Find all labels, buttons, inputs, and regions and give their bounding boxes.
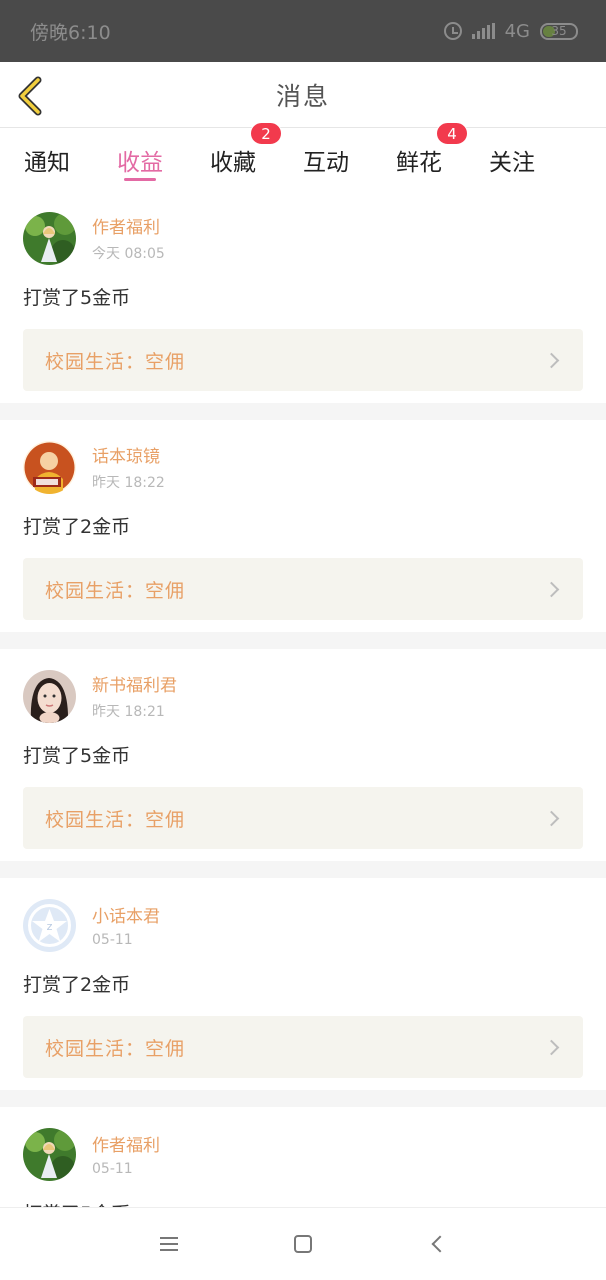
tab-0[interactable]: 通知 xyxy=(24,129,70,191)
timestamp: 05-11 xyxy=(92,932,133,948)
author-name[interactable]: 新书福利君 xyxy=(92,671,177,696)
reward-card: z 小话本君 05-11 打赏了2金币校园生活：空佣 xyxy=(0,878,606,1090)
chevron-right-icon xyxy=(543,352,560,368)
card-divider xyxy=(0,1090,606,1107)
card-divider xyxy=(0,632,606,649)
nav-menu-button[interactable] xyxy=(152,1227,186,1261)
tab-label: 关注 xyxy=(489,150,535,176)
book-link[interactable]: 校园生活：空佣 xyxy=(23,1016,583,1078)
timestamp: 昨天 18:21 xyxy=(92,704,165,720)
card-header: 作者福利 05-11 xyxy=(23,1127,583,1181)
battery-level: 35 xyxy=(551,24,567,38)
tab-4[interactable]: 鲜花 4 xyxy=(396,122,468,191)
tab-badge: 4 xyxy=(436,122,468,145)
card-header: 新书福利君昨天 18:21 xyxy=(23,669,583,723)
alarm-icon xyxy=(443,22,462,40)
system-nav-bar xyxy=(0,1207,606,1280)
chevron-right-icon xyxy=(543,1039,560,1055)
back-icon xyxy=(431,1235,449,1253)
card-meta: 话本琼镜昨天 18:22 xyxy=(92,442,165,492)
chevron-left-icon xyxy=(18,76,42,116)
reward-card: 话本琼镜昨天 18:22 打赏了2金币校园生活：空佣 xyxy=(0,420,606,632)
card-header: z 小话本君 05-11 xyxy=(23,898,583,952)
card-divider xyxy=(0,403,606,420)
author-name[interactable]: 作者福利 xyxy=(92,213,165,238)
reward-text: 打赏了5金币 xyxy=(23,287,131,309)
home-icon xyxy=(294,1235,312,1253)
reward-text: 打赏了2金币 xyxy=(23,516,131,538)
avatar[interactable] xyxy=(23,669,76,723)
reward-card: 作者福利今天 08:05 打赏了5金币校园生活：空佣 xyxy=(0,191,606,403)
nav-back-button[interactable] xyxy=(420,1227,454,1261)
tab-label: 互动 xyxy=(303,150,349,176)
card-meta: 新书福利君昨天 18:21 xyxy=(92,671,177,721)
timestamp: 05-11 xyxy=(92,1161,133,1177)
book-title: 校园生活：空佣 xyxy=(45,808,186,831)
tab-label: 收益 xyxy=(117,150,163,176)
card-meta: 小话本君 05-11 xyxy=(92,902,160,948)
book-link[interactable]: 校园生活：空佣 xyxy=(23,558,583,620)
avatar[interactable]: z xyxy=(23,898,76,952)
avatar[interactable] xyxy=(23,440,76,494)
timestamp: 昨天 18:22 xyxy=(92,475,165,491)
author-name[interactable]: 话本琼镜 xyxy=(92,442,165,467)
book-title: 校园生活：空佣 xyxy=(45,579,186,602)
tab-label: 通知 xyxy=(24,150,70,176)
tab-3[interactable]: 互动 xyxy=(303,129,349,191)
tab-bar: 通知 收益 收藏 2 互动 鲜花 4 关注 xyxy=(0,122,606,191)
tab-badge: 2 xyxy=(250,122,282,145)
status-time: 傍晚6:10 xyxy=(30,21,111,44)
tab-5[interactable]: 关注 xyxy=(489,129,535,191)
nav-home-button[interactable] xyxy=(286,1227,320,1261)
chevron-right-icon xyxy=(543,581,560,597)
reward-feed: 作者福利 今天 08:05 打赏了5金币 校园生活：空佣 话本琼镜 昨天 18:22 打赏了… xyxy=(0,191,606,1280)
reward-text: 打赏了5金币 xyxy=(23,745,131,767)
timestamp: 今天 08:05 xyxy=(92,246,165,262)
reward-card: 新书福利君昨天 18:21 打赏了5金币校园生活：空佣 xyxy=(0,649,606,861)
status-bar: 傍晚6:10 4G 35 xyxy=(0,0,606,62)
book-link[interactable]: 校园生活：空佣 xyxy=(23,329,583,391)
reward-text: 打赏了2金币 xyxy=(23,974,131,996)
author-name[interactable]: 小话本君 xyxy=(92,902,160,927)
header: 消息 xyxy=(0,62,606,128)
tab-1[interactable]: 收益 xyxy=(117,129,163,191)
avatar[interactable] xyxy=(23,1127,76,1181)
book-title: 校园生活：空佣 xyxy=(45,350,186,373)
author-name[interactable]: 作者福利 xyxy=(92,1131,160,1156)
book-title: 校园生活：空佣 xyxy=(45,1037,186,1060)
tab-2[interactable]: 收藏 2 xyxy=(210,122,282,191)
battery-icon: 35 xyxy=(540,22,578,40)
menu-icon xyxy=(160,1237,178,1251)
svg-text:z: z xyxy=(47,920,53,933)
back-button[interactable] xyxy=(14,76,48,116)
tab-label: 收藏 xyxy=(210,150,256,176)
card-meta: 作者福利 05-11 xyxy=(92,1131,160,1177)
network-label: 4G xyxy=(504,20,530,42)
page-title: 消息 xyxy=(275,81,330,111)
chevron-right-icon xyxy=(543,810,560,826)
avatar[interactable] xyxy=(23,211,76,265)
tab-label: 鲜花 xyxy=(396,150,442,176)
card-divider xyxy=(0,861,606,878)
card-header: 话本琼镜昨天 18:22 xyxy=(23,440,583,494)
book-link[interactable]: 校园生活：空佣 xyxy=(23,787,583,849)
card-meta: 作者福利今天 08:05 xyxy=(92,213,165,263)
card-header: 作者福利今天 08:05 xyxy=(23,211,583,265)
status-icons: 4G 35 xyxy=(443,20,578,42)
signal-icon xyxy=(471,23,495,39)
